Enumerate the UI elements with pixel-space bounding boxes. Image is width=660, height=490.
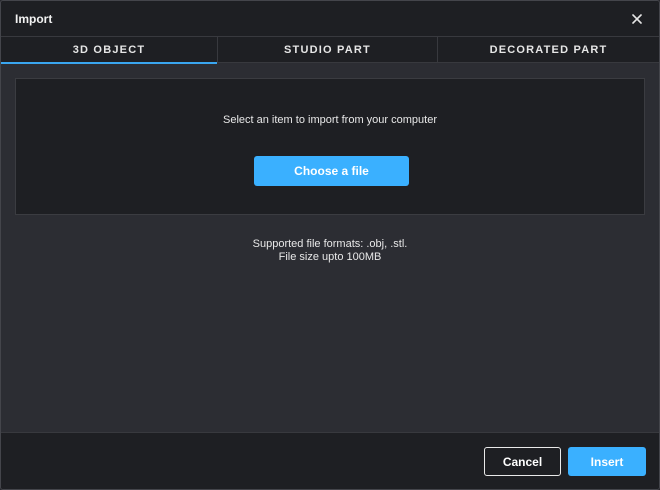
drop-zone-message: Select an item to import from your compu…: [223, 114, 437, 126]
import-tabs: 3D OBJECT STUDIO PART DECORATED PART: [1, 37, 659, 64]
tab-3d-object[interactable]: 3D OBJECT: [1, 37, 218, 64]
dialog-titlebar: Import: [1, 1, 659, 37]
import-dialog: Import 3D OBJECT STUDIO PART DECORATED P…: [0, 0, 660, 490]
file-requirements: Supported file formats: .obj, .stl. File…: [1, 238, 659, 264]
choose-file-button[interactable]: Choose a file: [254, 156, 409, 186]
supported-formats-text: Supported file formats: .obj, .stl.: [252, 238, 408, 250]
dialog-title: Import: [15, 12, 53, 26]
tab-studio-part[interactable]: STUDIO PART: [218, 37, 438, 63]
close-icon: [632, 14, 642, 24]
tab-decorated-part[interactable]: DECORATED PART: [438, 37, 659, 63]
file-drop-zone[interactable]: Select an item to import from your compu…: [15, 78, 645, 215]
file-size-limit-text: File size upto 100MB: [278, 251, 382, 263]
dialog-footer: Cancel Insert: [1, 432, 659, 489]
insert-button[interactable]: Insert: [568, 447, 646, 476]
close-button[interactable]: [626, 8, 648, 30]
cancel-button[interactable]: Cancel: [484, 447, 561, 476]
